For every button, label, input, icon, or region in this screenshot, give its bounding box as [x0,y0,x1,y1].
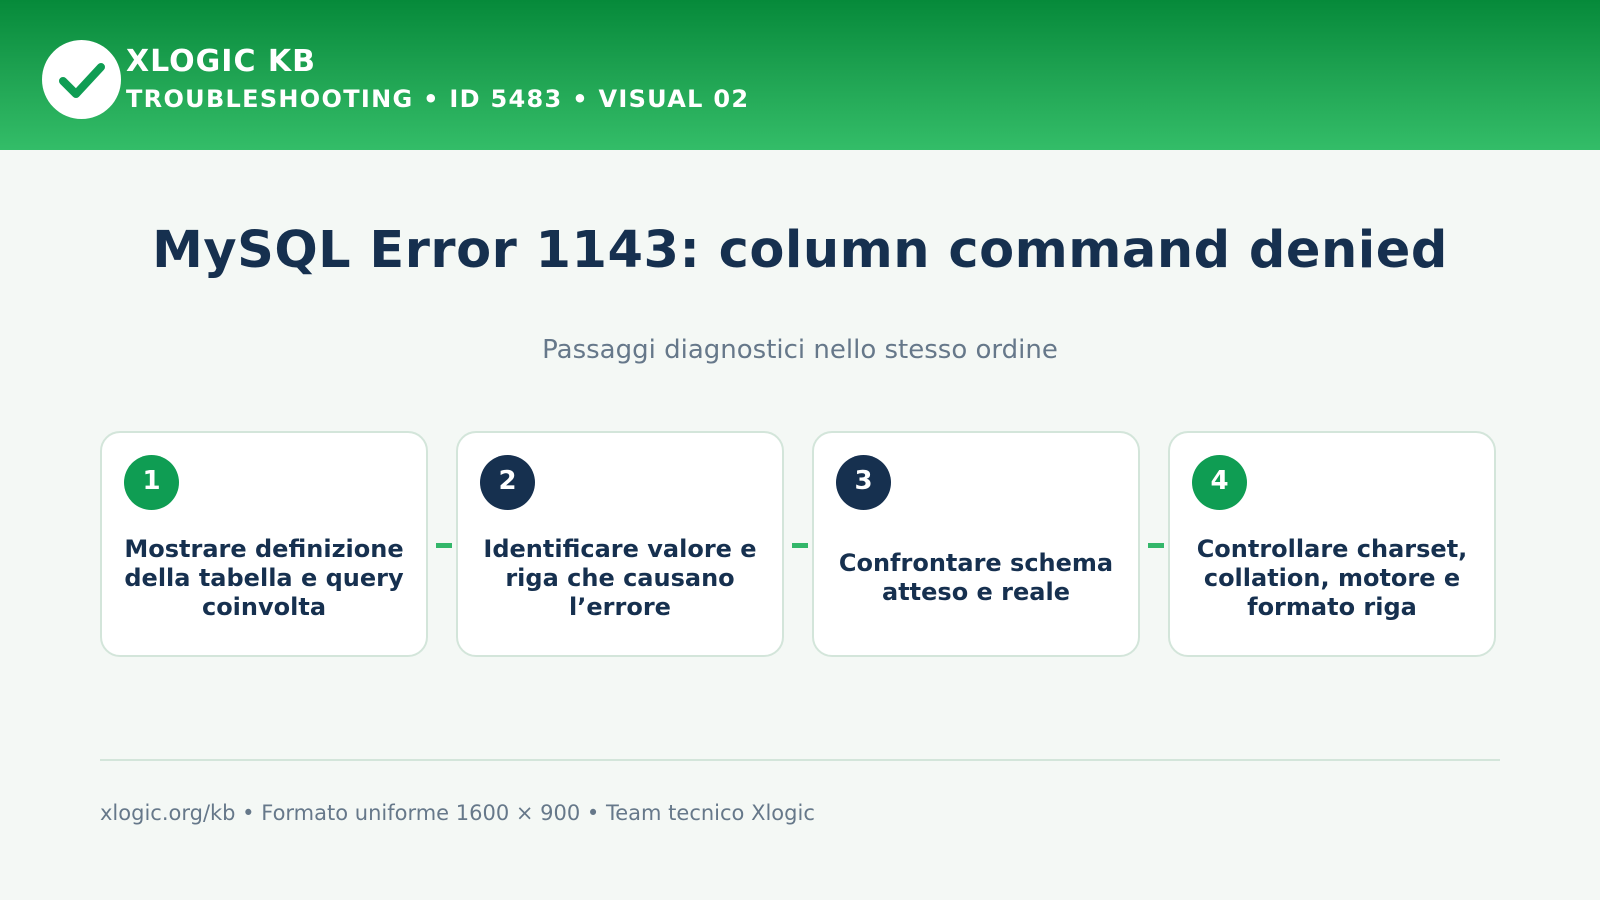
step-number-badge: 3 [836,455,891,510]
page-title: MySQL Error 1143: column command denied [152,221,1448,280]
step-text: Mostrare definizione della tabella e que… [122,515,406,641]
step-label: Confrontare schema atteso e reale [838,549,1114,606]
step-number-badge: 2 [480,455,535,510]
step-connector [792,543,808,548]
step-number-badge: 4 [1192,455,1247,510]
step-card-1: 1 Mostrare definizione della tabella e q… [100,431,428,657]
brand-subtitle: TROUBLESHOOTING • ID 5483 • VISUAL 02 [126,85,750,113]
step-number-badge: 1 [124,455,179,510]
step-card-3: 3 Confrontare schema atteso e reale [812,431,1140,657]
step-label: Mostrare definizione della tabella e que… [124,534,404,621]
step-connector [1148,543,1164,548]
footer-text: xlogic.org/kb • Formato uniforme 1600 × … [100,801,815,825]
step-card-2: 2 Identificare valore e riga che causano… [456,431,784,657]
footer-divider [100,759,1500,761]
logo [42,40,121,119]
step-connector [436,543,452,548]
header-banner: XLOGIC KB TROUBLESHOOTING • ID 5483 • VI… [0,0,1600,150]
step-card-4: 4 Controllare charset, collation, motore… [1168,431,1496,657]
step-label: Identificare valore e riga che causano l… [483,534,757,621]
step-text: Identificare valore e riga che causano l… [478,515,762,641]
page-subtitle: Passaggi diagnostici nello stesso ordine [542,335,1058,365]
checkmark-icon [58,62,105,98]
brand-title: XLOGIC KB [126,44,317,79]
step-text: Controllare charset, collation, motore e… [1190,515,1474,641]
step-text: Confrontare schema atteso e reale [834,515,1118,641]
step-label: Controllare charset, collation, motore e… [1196,534,1468,621]
